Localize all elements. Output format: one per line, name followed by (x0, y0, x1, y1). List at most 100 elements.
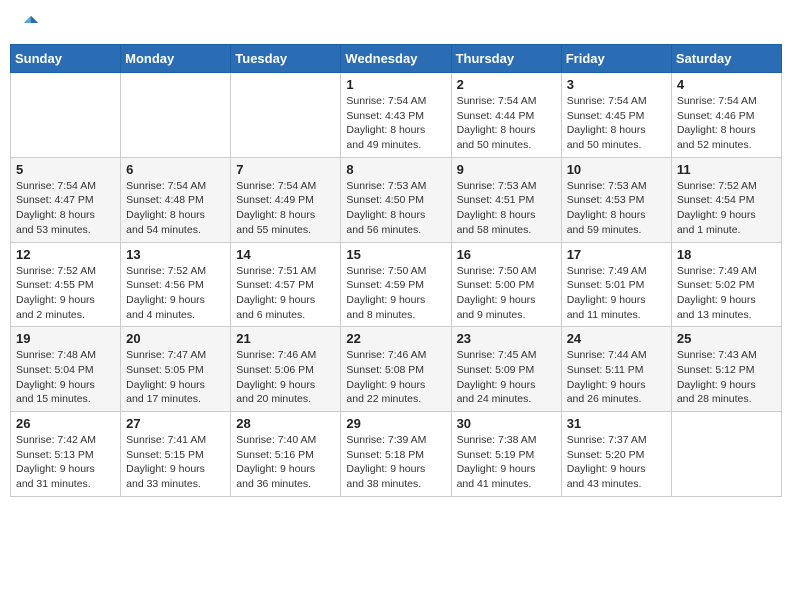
day-info: Sunrise: 7:52 AM Sunset: 4:55 PM Dayligh… (16, 264, 115, 323)
day-number: 14 (236, 247, 335, 262)
day-info: Sunrise: 7:52 AM Sunset: 4:56 PM Dayligh… (126, 264, 225, 323)
calendar-header-tuesday: Tuesday (231, 45, 341, 73)
day-info: Sunrise: 7:54 AM Sunset: 4:45 PM Dayligh… (567, 94, 666, 153)
day-number: 12 (16, 247, 115, 262)
calendar-header-thursday: Thursday (451, 45, 561, 73)
day-number: 13 (126, 247, 225, 262)
calendar-cell: 18 Sunrise: 7:49 AM Sunset: 5:02 PM Dayli… (671, 242, 781, 327)
day-info: Sunrise: 7:40 AM Sunset: 5:16 PM Dayligh… (236, 433, 335, 492)
calendar-cell: 13 Sunrise: 7:52 AM Sunset: 4:56 PM Dayli… (121, 242, 231, 327)
calendar-week-row: 19Sunrise: 7:48 AM Sunset: 5:04 PM Dayli… (11, 327, 782, 412)
calendar-cell: 30 Sunrise: 7:38 AM Sunset: 5:19 PM Dayli… (451, 412, 561, 497)
day-info: Sunrise: 7:42 AM Sunset: 5:13 PM Dayligh… (16, 433, 115, 492)
day-number: 28 (236, 416, 335, 431)
calendar-week-row: 26 Sunrise: 7:42 AM Sunset: 5:13 PM Dayli… (11, 412, 782, 497)
calendar-cell: 16Sunrise: 7:50 AM Sunset: 5:00 PM Dayli… (451, 242, 561, 327)
calendar-cell: 24 Sunrise: 7:44 AM Sunset: 5:11 PM Dayli… (561, 327, 671, 412)
calendar-header-monday: Monday (121, 45, 231, 73)
day-number: 5 (16, 162, 115, 177)
day-number: 24 (567, 331, 666, 346)
calendar-cell: 29 Sunrise: 7:39 AM Sunset: 5:18 PM Dayli… (341, 412, 451, 497)
day-number: 21 (236, 331, 335, 346)
day-number: 10 (567, 162, 666, 177)
calendar-cell: 22Sunrise: 7:46 AM Sunset: 5:08 PM Dayli… (341, 327, 451, 412)
day-info: Sunrise: 7:45 AM Sunset: 5:09 PM Dayligh… (457, 348, 556, 407)
day-info: Sunrise: 7:39 AM Sunset: 5:18 PM Dayligh… (346, 433, 445, 492)
day-info: Sunrise: 7:43 AM Sunset: 5:12 PM Dayligh… (677, 348, 776, 407)
day-info: Sunrise: 7:50 AM Sunset: 4:59 PM Dayligh… (346, 264, 445, 323)
day-info: Sunrise: 7:44 AM Sunset: 5:11 PM Dayligh… (567, 348, 666, 407)
calendar-cell: 3 Sunrise: 7:54 AM Sunset: 4:45 PM Daylig… (561, 73, 671, 158)
calendar-cell: 4Sunrise: 7:54 AM Sunset: 4:46 PM Daylig… (671, 73, 781, 158)
day-info: Sunrise: 7:52 AM Sunset: 4:54 PM Dayligh… (677, 179, 776, 238)
calendar-cell: 28 Sunrise: 7:40 AM Sunset: 5:16 PM Dayli… (231, 412, 341, 497)
calendar-cell (121, 73, 231, 158)
calendar-cell: 27Sunrise: 7:41 AM Sunset: 5:15 PM Dayli… (121, 412, 231, 497)
day-info: Sunrise: 7:54 AM Sunset: 4:49 PM Dayligh… (236, 179, 335, 238)
day-number: 29 (346, 416, 445, 431)
day-number: 15 (346, 247, 445, 262)
calendar-cell: 1 Sunrise: 7:54 AM Sunset: 4:43 PM Daylig… (341, 73, 451, 158)
day-number: 31 (567, 416, 666, 431)
day-number: 23 (457, 331, 556, 346)
calendar-cell: 26 Sunrise: 7:42 AM Sunset: 5:13 PM Dayli… (11, 412, 121, 497)
day-number: 9 (457, 162, 556, 177)
day-info: Sunrise: 7:54 AM Sunset: 4:43 PM Dayligh… (346, 94, 445, 153)
calendar-cell (231, 73, 341, 158)
calendar-cell: 20 Sunrise: 7:47 AM Sunset: 5:05 PM Dayli… (121, 327, 231, 412)
calendar-cell: 11 Sunrise: 7:52 AM Sunset: 4:54 PM Dayli… (671, 157, 781, 242)
day-number: 6 (126, 162, 225, 177)
day-info: Sunrise: 7:38 AM Sunset: 5:19 PM Dayligh… (457, 433, 556, 492)
calendar-cell: 2 Sunrise: 7:54 AM Sunset: 4:44 PM Daylig… (451, 73, 561, 158)
day-number: 16 (457, 247, 556, 262)
day-info: Sunrise: 7:54 AM Sunset: 4:44 PM Dayligh… (457, 94, 556, 153)
day-number: 7 (236, 162, 335, 177)
day-info: Sunrise: 7:48 AM Sunset: 5:04 PM Dayligh… (16, 348, 115, 407)
day-number: 17 (567, 247, 666, 262)
calendar-table: SundayMondayTuesdayWednesdayThursdayFrid… (10, 44, 782, 497)
day-number: 1 (346, 77, 445, 92)
calendar-header-row: SundayMondayTuesdayWednesdayThursdayFrid… (11, 45, 782, 73)
calendar-cell: 15 Sunrise: 7:50 AM Sunset: 4:59 PM Dayli… (341, 242, 451, 327)
calendar-week-row: 5Sunrise: 7:54 AM Sunset: 4:47 PM Daylig… (11, 157, 782, 242)
calendar-week-row: 1 Sunrise: 7:54 AM Sunset: 4:43 PM Daylig… (11, 73, 782, 158)
day-info: Sunrise: 7:54 AM Sunset: 4:48 PM Dayligh… (126, 179, 225, 238)
day-info: Sunrise: 7:46 AM Sunset: 5:06 PM Dayligh… (236, 348, 335, 407)
calendar-header-sunday: Sunday (11, 45, 121, 73)
calendar-cell (671, 412, 781, 497)
day-number: 2 (457, 77, 556, 92)
day-number: 30 (457, 416, 556, 431)
calendar-cell (11, 73, 121, 158)
calendar-cell: 7 Sunrise: 7:54 AM Sunset: 4:49 PM Daylig… (231, 157, 341, 242)
calendar-cell: 25 Sunrise: 7:43 AM Sunset: 5:12 PM Dayli… (671, 327, 781, 412)
calendar-week-row: 12 Sunrise: 7:52 AM Sunset: 4:55 PM Dayli… (11, 242, 782, 327)
logo-icon (22, 14, 40, 32)
day-number: 25 (677, 331, 776, 346)
day-info: Sunrise: 7:53 AM Sunset: 4:51 PM Dayligh… (457, 179, 556, 238)
logo (18, 14, 40, 32)
day-info: Sunrise: 7:49 AM Sunset: 5:02 PM Dayligh… (677, 264, 776, 323)
calendar-cell: 31Sunrise: 7:37 AM Sunset: 5:20 PM Dayli… (561, 412, 671, 497)
day-number: 8 (346, 162, 445, 177)
calendar-header-friday: Friday (561, 45, 671, 73)
calendar-cell: 21 Sunrise: 7:46 AM Sunset: 5:06 PM Dayli… (231, 327, 341, 412)
calendar-cell: 12 Sunrise: 7:52 AM Sunset: 4:55 PM Dayli… (11, 242, 121, 327)
day-number: 18 (677, 247, 776, 262)
day-info: Sunrise: 7:53 AM Sunset: 4:53 PM Dayligh… (567, 179, 666, 238)
day-number: 11 (677, 162, 776, 177)
day-info: Sunrise: 7:54 AM Sunset: 4:46 PM Dayligh… (677, 94, 776, 153)
day-number: 22 (346, 331, 445, 346)
calendar-header-wednesday: Wednesday (341, 45, 451, 73)
calendar-cell: 17 Sunrise: 7:49 AM Sunset: 5:01 PM Dayli… (561, 242, 671, 327)
calendar-cell: 23 Sunrise: 7:45 AM Sunset: 5:09 PM Dayli… (451, 327, 561, 412)
day-number: 26 (16, 416, 115, 431)
calendar-cell: 8Sunrise: 7:53 AM Sunset: 4:50 PM Daylig… (341, 157, 451, 242)
day-number: 3 (567, 77, 666, 92)
day-info: Sunrise: 7:47 AM Sunset: 5:05 PM Dayligh… (126, 348, 225, 407)
day-info: Sunrise: 7:41 AM Sunset: 5:15 PM Dayligh… (126, 433, 225, 492)
day-info: Sunrise: 7:51 AM Sunset: 4:57 PM Dayligh… (236, 264, 335, 323)
calendar-cell: 9 Sunrise: 7:53 AM Sunset: 4:51 PM Daylig… (451, 157, 561, 242)
page-header (10, 10, 782, 36)
day-info: Sunrise: 7:49 AM Sunset: 5:01 PM Dayligh… (567, 264, 666, 323)
day-number: 20 (126, 331, 225, 346)
